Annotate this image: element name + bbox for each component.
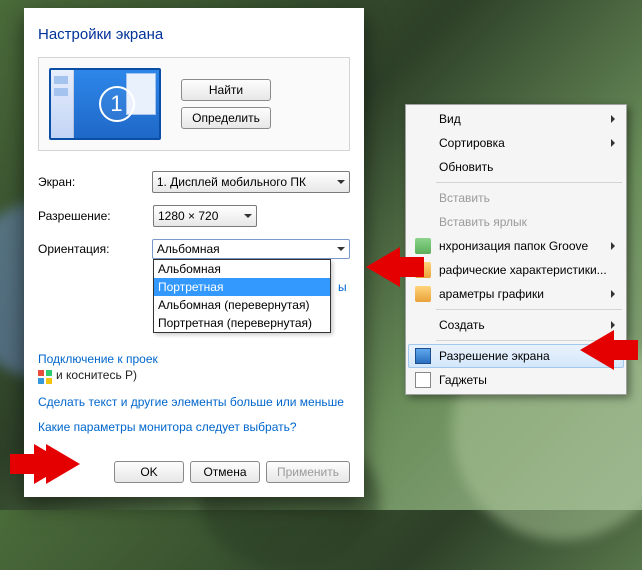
screen-select-value: 1. Дисплей мобильного ПК — [157, 175, 306, 189]
ctx-graphics-properties[interactable]: рафические характеристики... — [408, 258, 624, 282]
folder-sync-icon — [415, 238, 431, 254]
gadget-icon — [415, 372, 431, 388]
orientation-dropdown: Альбомная Портретная Альбомная (переверн… — [153, 259, 331, 333]
find-button[interactable]: Найти — [181, 79, 271, 101]
projector-link[interactable]: Подключение к проек — [38, 351, 158, 368]
ok-button[interactable]: OK — [114, 461, 184, 483]
monitor-params-link[interactable]: Какие параметры монитора следует выбрать… — [38, 419, 350, 436]
projector-hint: и коснитесь P) — [56, 368, 137, 382]
ctx-view[interactable]: Вид — [408, 107, 624, 131]
monitor-thumbnail[interactable]: 1 — [49, 68, 161, 140]
orientation-select[interactable]: Альбомная — [152, 239, 350, 259]
chevron-down-icon — [244, 214, 252, 218]
resolution-label: Разрешение: — [38, 209, 153, 223]
text-size-link[interactable]: Сделать текст и другие элементы больше и… — [38, 394, 350, 411]
orientation-option[interactable]: Альбомная (перевернутая) — [154, 296, 330, 314]
arrow-annotation — [580, 330, 614, 370]
dialog-title: Настройки экрана — [38, 26, 350, 43]
display-preview-box: 1 Найти Определить — [38, 57, 350, 151]
ctx-paste: Вставить — [408, 186, 624, 210]
orientation-option[interactable]: Альбомная — [154, 260, 330, 278]
resolution-select[interactable]: 1280 × 720 — [153, 205, 257, 227]
orientation-label: Ориентация: — [38, 242, 152, 256]
truncated-text: ы — [338, 279, 347, 296]
cancel-button[interactable]: Отмена — [190, 461, 260, 483]
orientation-option[interactable]: Портретная — [154, 278, 330, 296]
monitor-number: 1 — [99, 86, 135, 122]
separator — [436, 182, 622, 183]
monitor-icon — [415, 348, 431, 364]
detect-button[interactable]: Определить — [181, 107, 271, 129]
windows-logo-icon — [38, 370, 52, 384]
orientation-select-value: Альбомная — [157, 242, 220, 256]
screen-select[interactable]: 1. Дисплей мобильного ПК — [152, 171, 350, 193]
separator — [436, 309, 622, 310]
arrow-annotation — [366, 247, 400, 287]
chevron-down-icon — [337, 180, 345, 184]
ctx-refresh[interactable]: Обновить — [408, 155, 624, 179]
graphics-icon — [415, 286, 431, 302]
resolution-select-value: 1280 × 720 — [158, 209, 218, 223]
arrow-annotation — [46, 444, 80, 484]
ctx-groove-sync[interactable]: нхронизация папок Groove — [408, 234, 624, 258]
ctx-graphics-params[interactable]: араметры графики — [408, 282, 624, 306]
ctx-paste-shortcut: Вставить ярлык — [408, 210, 624, 234]
chevron-down-icon — [337, 247, 345, 251]
apply-button[interactable]: Применить — [266, 461, 350, 483]
screen-settings-dialog: Настройки экрана 1 Найти Определить Экра… — [24, 8, 364, 497]
ctx-gadgets[interactable]: Гаджеты — [408, 368, 624, 392]
screen-label: Экран: — [38, 175, 152, 189]
ctx-sort[interactable]: Сортировка — [408, 131, 624, 155]
orientation-option[interactable]: Портретная (перевернутая) — [154, 314, 330, 332]
